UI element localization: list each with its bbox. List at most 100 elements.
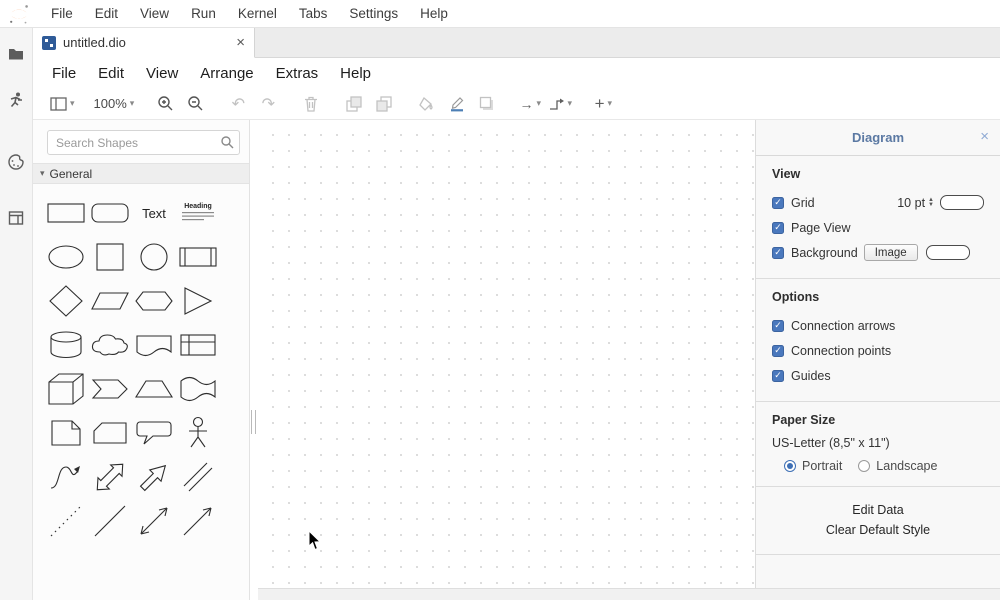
line-color-button[interactable] bbox=[445, 92, 469, 116]
shape-rectangle[interactable] bbox=[44, 191, 88, 235]
search-shapes-input[interactable] bbox=[47, 130, 240, 155]
background-color-swatch[interactable] bbox=[926, 245, 970, 260]
to-front-button[interactable] bbox=[342, 92, 366, 116]
clear-default-style-button[interactable]: Clear Default Style bbox=[756, 520, 1000, 540]
grid-color-swatch[interactable] bbox=[940, 195, 984, 210]
tab-title: untitled.dio bbox=[63, 35, 126, 50]
jl-menu-file[interactable]: File bbox=[40, 0, 84, 27]
background-checkbox[interactable] bbox=[772, 247, 784, 259]
waypoints-dropdown[interactable] bbox=[548, 92, 572, 116]
insert-dropdown[interactable] bbox=[591, 92, 615, 116]
delete-button[interactable] bbox=[299, 92, 323, 116]
edit-data-button[interactable]: Edit Data bbox=[756, 500, 1000, 520]
zoom-dropdown[interactable]: 100% bbox=[94, 92, 135, 116]
format-panel-close-icon[interactable]: × bbox=[980, 128, 989, 145]
shape-square[interactable] bbox=[88, 235, 132, 279]
shape-bidirectional-connector[interactable] bbox=[132, 499, 176, 543]
shape-arrow[interactable] bbox=[132, 455, 176, 499]
section-general[interactable]: General bbox=[33, 163, 249, 184]
shape-document[interactable] bbox=[132, 323, 176, 367]
shape-trapezoid[interactable] bbox=[132, 367, 176, 411]
view-section: View Grid 10 pt ▲▼ Page View Background … bbox=[756, 156, 1000, 279]
shape-circle[interactable] bbox=[132, 235, 176, 279]
shape-rounded-rectangle[interactable] bbox=[88, 191, 132, 235]
shape-callout[interactable] bbox=[132, 411, 176, 455]
shape-line[interactable] bbox=[88, 499, 132, 543]
jl-menu-view[interactable]: View bbox=[129, 0, 180, 27]
file-browser-icon[interactable] bbox=[6, 44, 26, 64]
shape-ellipse[interactable] bbox=[44, 235, 88, 279]
shape-triangle[interactable] bbox=[176, 279, 220, 323]
shape-link[interactable] bbox=[176, 455, 220, 499]
zoom-in-button[interactable] bbox=[153, 92, 177, 116]
jl-menu-run[interactable]: Run bbox=[180, 0, 227, 27]
zoom-out-button[interactable] bbox=[183, 92, 207, 116]
panel-splitter[interactable] bbox=[250, 120, 258, 600]
shape-tape[interactable] bbox=[176, 367, 220, 411]
shape-diamond[interactable] bbox=[44, 279, 88, 323]
dio-menu-arrange[interactable]: Arrange bbox=[189, 65, 264, 82]
jl-menu-kernel[interactable]: Kernel bbox=[227, 0, 288, 27]
tab-untitled-dio[interactable]: untitled.dio × bbox=[33, 28, 255, 58]
diagram-canvas[interactable] bbox=[258, 120, 755, 588]
grid-checkbox[interactable] bbox=[772, 197, 784, 209]
jl-menu-settings[interactable]: Settings bbox=[338, 0, 409, 27]
command-palette-icon[interactable] bbox=[6, 152, 26, 172]
undo-button[interactable] bbox=[226, 92, 250, 116]
fill-color-button[interactable] bbox=[415, 92, 439, 116]
jl-menu-edit[interactable]: Edit bbox=[84, 0, 129, 27]
portrait-label: Portrait bbox=[802, 459, 842, 473]
connection-points-checkbox[interactable] bbox=[772, 345, 784, 357]
shape-step[interactable] bbox=[88, 367, 132, 411]
dio-menu-file[interactable]: File bbox=[41, 65, 87, 82]
connection-style-dropdown[interactable] bbox=[518, 92, 542, 116]
shape-cloud[interactable] bbox=[88, 323, 132, 367]
horizontal-scrollbar[interactable] bbox=[258, 588, 1000, 600]
landscape-radio[interactable] bbox=[858, 460, 870, 472]
shadow-button[interactable] bbox=[475, 92, 499, 116]
shape-parallelogram[interactable] bbox=[88, 279, 132, 323]
shape-heading[interactable]: Heading bbox=[176, 191, 220, 235]
page-layout-button[interactable] bbox=[50, 92, 75, 116]
running-sessions-icon[interactable] bbox=[6, 90, 26, 110]
dio-menu-view[interactable]: View bbox=[135, 65, 189, 82]
background-image-button[interactable]: Image bbox=[864, 244, 918, 261]
redo-button[interactable] bbox=[256, 92, 280, 116]
drawio-app: File Edit View Arrange Extras Help 100% bbox=[33, 58, 1000, 600]
dio-menu-help[interactable]: Help bbox=[329, 65, 382, 82]
page-view-label: Page View bbox=[791, 221, 851, 235]
paper-size-value[interactable]: US-Letter (8,5" x 11") bbox=[772, 436, 984, 450]
shape-directional-connector[interactable] bbox=[176, 499, 220, 543]
dio-menu-edit[interactable]: Edit bbox=[87, 65, 135, 82]
shape-bidirectional-arrow[interactable] bbox=[88, 455, 132, 499]
dio-menu-extras[interactable]: Extras bbox=[265, 65, 330, 82]
jl-menu-help[interactable]: Help bbox=[409, 0, 459, 27]
shape-note[interactable] bbox=[44, 411, 88, 455]
shape-text[interactable]: Text bbox=[132, 191, 176, 235]
guides-checkbox[interactable] bbox=[772, 370, 784, 382]
shape-cylinder[interactable] bbox=[44, 323, 88, 367]
diagram-actions: Edit Data Clear Default Style bbox=[756, 487, 1000, 555]
grid-size-value[interactable]: 10 pt bbox=[897, 196, 925, 210]
shape-hexagon[interactable] bbox=[132, 279, 176, 323]
tab-close-icon[interactable]: × bbox=[236, 36, 245, 50]
grid-size-stepper[interactable]: ▲▼ bbox=[928, 198, 934, 208]
open-tabs-icon[interactable] bbox=[6, 208, 26, 228]
page-view-checkbox[interactable] bbox=[772, 222, 784, 234]
portrait-radio[interactable] bbox=[784, 460, 796, 472]
jl-menu-tabs[interactable]: Tabs bbox=[288, 0, 339, 27]
text-shape-label: Text bbox=[142, 206, 166, 221]
paper-size-section: Paper Size US-Letter (8,5" x 11") Portra… bbox=[756, 402, 1000, 487]
shape-curve[interactable] bbox=[44, 455, 88, 499]
connection-arrows-checkbox[interactable] bbox=[772, 320, 784, 332]
format-tab-diagram[interactable]: Diagram bbox=[852, 130, 904, 145]
shape-card[interactable] bbox=[88, 411, 132, 455]
to-back-button[interactable] bbox=[372, 92, 396, 116]
shape-internal-storage[interactable] bbox=[176, 323, 220, 367]
shape-process[interactable] bbox=[176, 235, 220, 279]
shape-cube[interactable] bbox=[44, 367, 88, 411]
splitter-handle-icon[interactable] bbox=[251, 410, 256, 434]
shape-dashed-line[interactable] bbox=[44, 499, 88, 543]
search-icon[interactable] bbox=[220, 135, 234, 149]
shape-actor[interactable] bbox=[176, 411, 220, 455]
